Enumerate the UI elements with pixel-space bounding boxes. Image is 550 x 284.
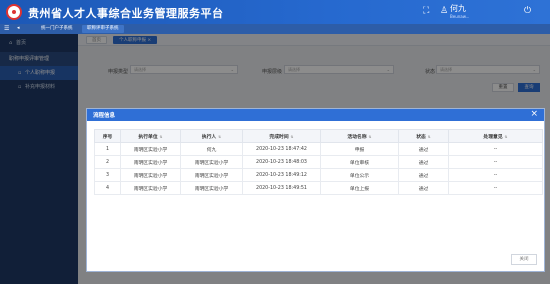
power-icon[interactable]: ⏻ [524, 6, 531, 16]
cell-time: 2020-10-23 18:49:12 [242, 168, 321, 182]
app-logo-icon [6, 4, 22, 20]
sort-icon: ⇅ [159, 134, 163, 139]
cell-opinion: -- [448, 181, 543, 195]
cell-unit: 南明区实验小学 [120, 155, 181, 169]
top-header: 贵州省人才人事综合业务管理服务平台 ⛶ ♙ 何九 Beunaw... ⏻ [0, 0, 550, 24]
process-info-dialog: 流程信息 × 序号 执行单位 ⇅ 执行人 ⇅ 完成时间 ⇅ 活动名称 ⇅ 状态 ⇅ 处理意… [86, 108, 545, 272]
cell-no: 3 [94, 168, 121, 182]
table-row[interactable]: 4 南明区实验小学 南明区实验小学 2020-10-23 18:49:51 单位… [94, 181, 543, 195]
cell-time: 2020-10-23 18:48:03 [242, 155, 321, 169]
cell-no: 1 [94, 142, 121, 156]
sort-icon: ⇅ [218, 134, 222, 139]
collapse-icon[interactable]: ◂ [17, 25, 20, 31]
cell-person: 何九 [180, 142, 243, 156]
cell-activity: 单位审核 [320, 155, 399, 169]
cell-activity: 单位公示 [320, 168, 399, 182]
table-row[interactable]: 1 南明区实验小学 何九 2020-10-23 18:47:42 申报 通过 -… [94, 142, 543, 156]
fullscreen-icon[interactable]: ⛶ [423, 6, 429, 16]
user-icon[interactable]: ♙ [440, 6, 448, 16]
sort-icon: ⇅ [290, 134, 294, 139]
process-table: 序号 执行单位 ⇅ 执行人 ⇅ 完成时间 ⇅ 活动名称 ⇅ 状态 ⇅ 处理意见 ⇅ 1 南明… [94, 129, 543, 195]
col-header-activity[interactable]: 活动名称 ⇅ [320, 129, 399, 143]
menu-toggle-icon[interactable]: ☰ [4, 25, 9, 32]
cell-person: 南明区实验小学 [180, 181, 243, 195]
col-header-status[interactable]: 状态 ⇅ [398, 129, 449, 143]
cell-no: 4 [94, 181, 121, 195]
cell-unit: 南明区实验小学 [120, 142, 181, 156]
cell-time: 2020-10-23 18:47:42 [242, 142, 321, 156]
cell-activity: 单位上报 [320, 181, 399, 195]
cell-time: 2020-10-23 18:49:51 [242, 181, 321, 195]
user-name[interactable]: 何九 [450, 3, 466, 14]
col-header-time[interactable]: 完成时间 ⇅ [242, 129, 321, 143]
cell-opinion: -- [448, 142, 543, 156]
systab-title-review[interactable]: 职称评审子系统 [82, 25, 124, 33]
col-header-no: 序号 [94, 129, 121, 143]
cell-status: 通过 [398, 181, 449, 195]
table-row[interactable]: 2 南明区实验小学 南明区实验小学 2020-10-23 18:48:03 单位… [94, 155, 543, 169]
close-icon[interactable]: × [530, 109, 538, 119]
cell-no: 2 [94, 155, 121, 169]
system-tab-bar: ☰ ◂ 统一门户子系统 职称评审子系统 [0, 24, 550, 34]
sort-icon: ⇅ [427, 134, 431, 139]
app-title: 贵州省人才人事综合业务管理服务平台 [28, 7, 224, 20]
col-header-opinion[interactable]: 处理意见 ⇅ [448, 129, 543, 143]
table-header-row: 序号 执行单位 ⇅ 执行人 ⇅ 完成时间 ⇅ 活动名称 ⇅ 状态 ⇅ 处理意见 ⇅ [94, 129, 543, 143]
cell-person: 南明区实验小学 [180, 155, 243, 169]
cell-status: 通过 [398, 142, 449, 156]
sort-icon: ⇅ [368, 134, 372, 139]
sort-icon: ⇅ [504, 134, 508, 139]
close-button[interactable]: 关闭 [511, 254, 537, 265]
cell-status: 通过 [398, 155, 449, 169]
cell-unit: 南明区实验小学 [120, 181, 181, 195]
cell-opinion: -- [448, 155, 543, 169]
col-header-person[interactable]: 执行人 ⇅ [180, 129, 243, 143]
dialog-title: 流程信息 [93, 113, 116, 119]
cell-status: 通过 [398, 168, 449, 182]
cell-opinion: -- [448, 168, 543, 182]
cell-person: 南明区实验小学 [180, 168, 243, 182]
cell-unit: 南明区实验小学 [120, 168, 181, 182]
cell-activity: 申报 [320, 142, 399, 156]
dialog-header: 流程信息 × [87, 109, 544, 121]
systab-portal[interactable]: 统一门户子系统 [36, 25, 78, 33]
table-row[interactable]: 3 南明区实验小学 南明区实验小学 2020-10-23 18:49:12 单位… [94, 168, 543, 182]
col-header-unit[interactable]: 执行单位 ⇅ [120, 129, 181, 143]
user-subtitle: Beunaw... [450, 14, 470, 19]
